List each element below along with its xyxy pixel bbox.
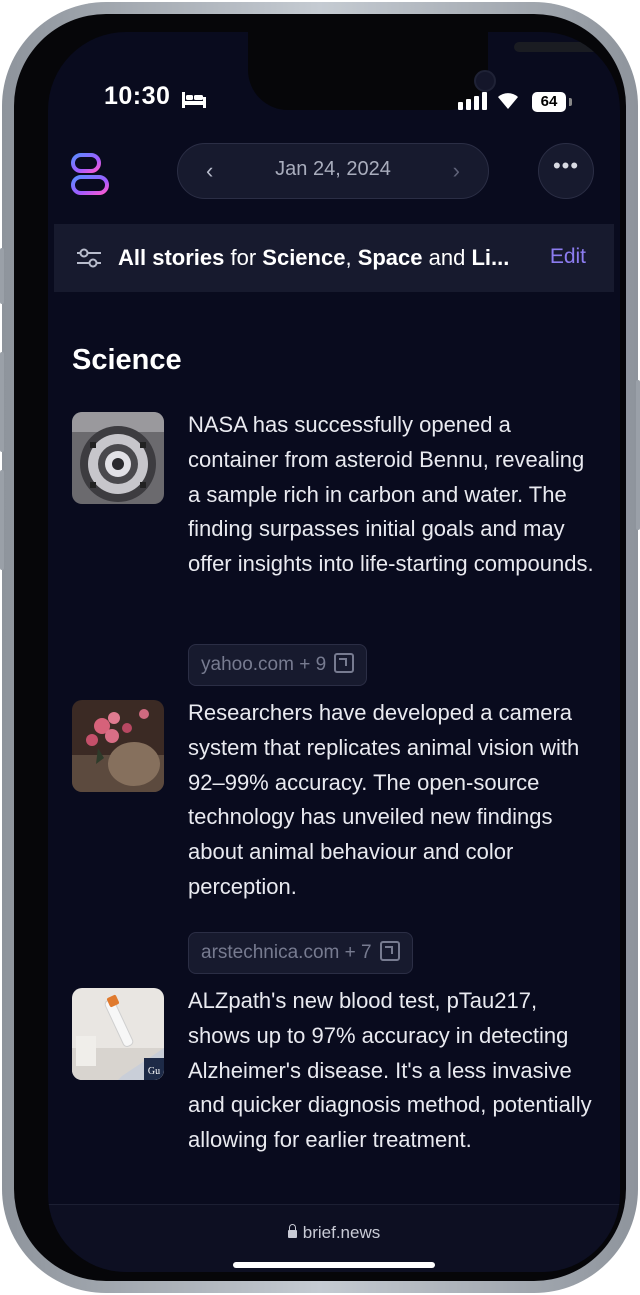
filter-topic-science: Science [262, 245, 346, 270]
bed-icon [182, 92, 206, 108]
external-link-icon [334, 653, 355, 673]
battery-icon: 64 [532, 92, 566, 112]
story-thumbnail[interactable] [72, 700, 164, 792]
story-thumbnail[interactable]: Gu [72, 988, 164, 1080]
filter-topic-more: Li... [471, 245, 510, 270]
svg-text:Gu: Gu [148, 1066, 160, 1077]
status-time: 10:30 [104, 82, 171, 110]
story-summary: Researchers have developed a camera syst… [188, 700, 580, 899]
home-indicator[interactable] [233, 1262, 435, 1268]
story-source-button[interactable]: yahoo.com + 9 [188, 644, 368, 686]
lock-icon [287, 1224, 297, 1238]
filter-lead: All stories [118, 245, 225, 270]
camera-icon [474, 70, 496, 92]
filter-summary: All stories for Science, Space and Li... [118, 245, 528, 271]
edit-filter-link[interactable]: Edit [550, 245, 586, 269]
section-title: Science [72, 344, 182, 376]
wifi-icon [498, 93, 518, 109]
filter-sep: , [345, 245, 358, 270]
filter-for: for [224, 245, 263, 270]
volume-up-button [0, 352, 4, 452]
action-button [0, 248, 4, 304]
bezel: 10:30 64 ‹ Jan 24, 2024 › ••• All storie… [14, 14, 626, 1281]
filter-topic-space: Space [357, 245, 423, 270]
chevron-right-icon[interactable]: › [438, 158, 460, 184]
story-summary: ALZpath's new blood test, pTau217, shows… [188, 988, 592, 1153]
story-source-button[interactable]: arstechnica.com + 7 [188, 932, 413, 974]
external-link-icon [379, 941, 400, 961]
filter-bar[interactable]: All stories for Science, Space and Li...… [54, 224, 614, 292]
url-text: brief.news [302, 1223, 381, 1242]
dynamic-island [248, 32, 620, 110]
sliders-icon [77, 248, 101, 268]
source-label: arstechnica.com + 7 [201, 942, 372, 963]
story-summary: NASA has successfully opened a container… [188, 412, 594, 577]
more-options-button[interactable]: ••• [538, 143, 594, 199]
volume-down-button [0, 470, 4, 570]
side-button [636, 380, 640, 530]
battery-tip [569, 98, 572, 106]
url-display[interactable]: brief.news [48, 1223, 620, 1243]
filter-and: and [422, 245, 472, 270]
source-label: yahoo.com + 9 [201, 654, 327, 675]
screen: 10:30 64 ‹ Jan 24, 2024 › ••• All storie… [48, 32, 620, 1272]
speaker-grille [514, 42, 620, 52]
cellular-signal-icon [458, 92, 487, 110]
story-thumbnail[interactable] [72, 412, 164, 504]
brief-logo-icon [71, 153, 109, 195]
date-selector[interactable]: ‹ Jan 24, 2024 › [177, 143, 489, 199]
